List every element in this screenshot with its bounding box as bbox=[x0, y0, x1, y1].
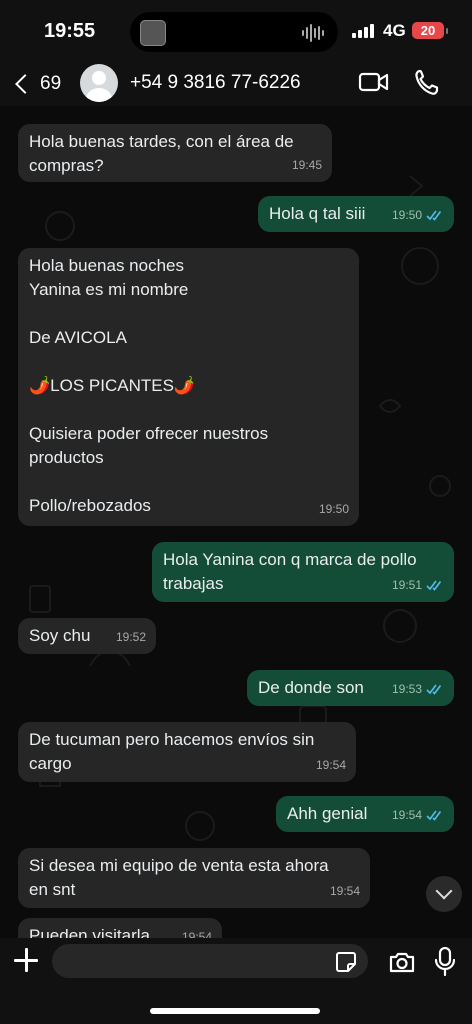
message-outgoing[interactable]: Hola q tal siii 19:50 bbox=[258, 196, 454, 232]
unread-count: 69 bbox=[40, 73, 62, 94]
message-text: Si desea mi equipo de venta esta ahora e… bbox=[29, 856, 329, 899]
message-outgoing[interactable]: De donde son 19:53 bbox=[247, 670, 454, 706]
message-incoming[interactable]: Pueden visitarla 19:54 bbox=[18, 918, 222, 938]
double-check-icon bbox=[426, 580, 442, 591]
plus-icon[interactable] bbox=[14, 948, 38, 972]
status-bar: 19:55 4G 20 bbox=[0, 0, 472, 62]
message-outgoing[interactable]: Ahh genial 19:54 bbox=[276, 796, 454, 832]
message-incoming[interactable]: Hola buenas noches Yanina es mi nombre D… bbox=[18, 248, 359, 526]
message-time: 19:45 bbox=[291, 158, 322, 172]
chevron-left-icon bbox=[15, 74, 35, 94]
status-time: 19:55 bbox=[44, 20, 96, 42]
media-thumbnail bbox=[140, 20, 166, 46]
message-incoming[interactable]: De tucuman pero hacemos envíos sin cargo… bbox=[18, 722, 356, 782]
message-time: 19:53 bbox=[391, 682, 422, 696]
message-incoming[interactable]: Soy chu 19:52 bbox=[18, 618, 156, 654]
signal-icon bbox=[352, 24, 374, 38]
message-incoming[interactable]: Hola buenas tardes, con el área de compr… bbox=[18, 124, 332, 182]
message-text: De tucuman pero hacemos envíos sin cargo bbox=[29, 730, 315, 773]
double-check-icon bbox=[426, 210, 442, 221]
chat-header: 69 +54 9 3816 77-6226 bbox=[0, 62, 472, 106]
double-check-icon bbox=[426, 684, 442, 695]
message-time: 19:54 bbox=[329, 884, 360, 898]
message-time: 19:54 bbox=[181, 930, 212, 938]
video-camera-icon[interactable] bbox=[358, 70, 390, 94]
message-time: 19:52 bbox=[115, 630, 146, 644]
battery-indicator: 20 bbox=[412, 22, 448, 39]
message-list[interactable]: Hola buenas tardes, con el área de compr… bbox=[0, 106, 472, 938]
phone-icon[interactable] bbox=[414, 68, 440, 96]
message-text: Hola buenas tardes, con el área de compr… bbox=[29, 132, 294, 175]
avatar[interactable] bbox=[80, 64, 118, 102]
message-text: Hola buenas noches Yanina es mi nombre D… bbox=[29, 256, 269, 515]
dynamic-island[interactable] bbox=[130, 12, 338, 52]
message-time: 19:50 bbox=[391, 208, 422, 222]
message-composer bbox=[0, 938, 472, 1024]
audio-wave-icon bbox=[302, 24, 324, 42]
double-check-icon bbox=[426, 810, 442, 821]
chevron-down-icon bbox=[435, 882, 453, 900]
scroll-to-bottom-button[interactable] bbox=[426, 876, 462, 912]
microphone-icon[interactable] bbox=[434, 947, 456, 977]
message-incoming[interactable]: Si desea mi equipo de venta esta ahora e… bbox=[18, 848, 370, 908]
sticker-icon[interactable] bbox=[335, 951, 357, 973]
message-time: 19:50 bbox=[318, 502, 349, 516]
back-button[interactable]: 69 bbox=[12, 64, 61, 104]
camera-icon[interactable] bbox=[388, 950, 416, 974]
network-type: 4G bbox=[383, 21, 406, 40]
message-time: 19:51 bbox=[391, 578, 422, 592]
message-time: 19:54 bbox=[315, 758, 346, 772]
message-input[interactable] bbox=[52, 944, 368, 978]
home-indicator[interactable] bbox=[150, 1008, 320, 1014]
message-time: 19:54 bbox=[391, 808, 422, 822]
message-outgoing[interactable]: Hola Yanina con q marca de pollo trabaja… bbox=[152, 542, 454, 602]
contact-name[interactable]: +54 9 3816 77-6226 bbox=[130, 72, 301, 94]
